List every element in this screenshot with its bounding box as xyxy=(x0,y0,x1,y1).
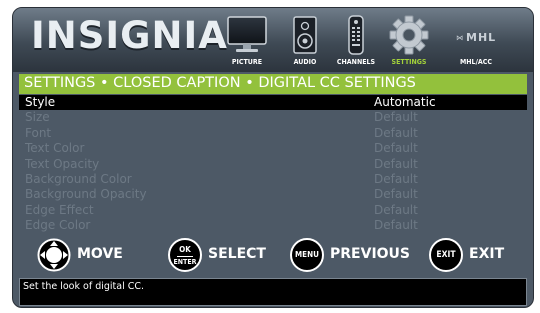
svg-text:⋈: ⋈ xyxy=(456,34,463,42)
menu-tab-picture[interactable]: PICTURE xyxy=(227,14,267,66)
setting-label: Text Opacity xyxy=(25,156,100,171)
setting-label: Text Color xyxy=(25,141,85,156)
menu-header: INSIGNIA PICTURE AUDIO CHANNELS SETTINGS… xyxy=(13,8,533,72)
setting-row-background-opacity[interactable]: Background Opacity Default xyxy=(19,187,527,202)
insignia-logo: INSIGNIA xyxy=(31,14,228,57)
legend-move: MOVE xyxy=(37,238,147,272)
setting-label: Size xyxy=(25,110,50,125)
ok-enter-button-icon: OK ENTER xyxy=(168,238,202,272)
setting-label: Style xyxy=(25,95,56,109)
setting-row-background-color[interactable]: Background Color Default xyxy=(19,172,527,187)
setting-label: Font xyxy=(25,125,52,140)
setting-row-style[interactable]: Style Automatic xyxy=(19,95,527,111)
setting-value: Default xyxy=(374,187,418,202)
tv-icon xyxy=(227,16,267,52)
menu-label-mhl-acc: MHL/ACC xyxy=(460,58,492,66)
setting-label: Edge Effect xyxy=(25,202,94,217)
dpad-icon xyxy=(37,238,71,272)
mhl-logo-icon: ⋈ MHL xyxy=(456,31,496,44)
setting-row-font[interactable]: Font Default xyxy=(19,126,527,141)
tv-menu-panel: INSIGNIA PICTURE AUDIO CHANNELS SETTINGS… xyxy=(12,7,534,308)
breadcrumb: SETTINGS • CLOSED CAPTION • DIGITAL CC S… xyxy=(19,74,527,94)
legend-exit-label: EXIT xyxy=(469,246,505,262)
legend-move-label: MOVE xyxy=(77,246,123,262)
setting-row-edge-color[interactable]: Edge Color Default xyxy=(19,218,527,233)
setting-row-edge-effect[interactable]: Edge Effect Default xyxy=(19,203,527,218)
breadcrumb-text: SETTINGS • CLOSED CAPTION • DIGITAL CC S… xyxy=(24,75,416,91)
legend-previous-label: PREVIOUS xyxy=(330,246,411,262)
setting-value: Default xyxy=(374,171,418,186)
legend-previous: MENU PREVIOUS xyxy=(290,238,420,272)
menu-tab-channels[interactable]: CHANNELS xyxy=(337,14,375,66)
help-box: Set the look of digital CC. xyxy=(19,278,527,306)
setting-value: Default xyxy=(374,110,418,125)
legend-select-label: SELECT xyxy=(208,246,266,262)
setting-label: Edge Color xyxy=(25,218,91,233)
setting-label: Background Opacity xyxy=(25,187,147,202)
setting-value: Default xyxy=(374,202,418,217)
setting-value: Automatic xyxy=(374,95,436,109)
setting-label: Background Color xyxy=(25,171,132,186)
menu-button-icon: MENU xyxy=(290,238,324,272)
menu-tab-mhl-acc[interactable]: ⋈ MHL MHL/ACC xyxy=(454,14,498,66)
menu-tab-audio[interactable]: AUDIO xyxy=(292,14,318,66)
button-legend: MOVE OK ENTER SELECT MENU PREVIOUS EXIT … xyxy=(13,236,533,276)
setting-row-size[interactable]: Size Default xyxy=(19,110,527,125)
menu-tab-settings[interactable]: SETTINGS xyxy=(389,14,429,66)
legend-select: OK ENTER SELECT xyxy=(168,238,278,272)
legend-exit: EXIT EXIT xyxy=(429,238,519,272)
speaker-icon xyxy=(293,16,317,54)
svg-text:MHL: MHL xyxy=(466,31,496,44)
setting-value: Default xyxy=(374,156,418,171)
remote-icon xyxy=(348,15,364,55)
setting-row-text-opacity[interactable]: Text Opacity Default xyxy=(19,157,527,172)
settings-list: Style Automatic Size Default Font Defaul… xyxy=(19,95,527,234)
gear-icon xyxy=(389,15,429,55)
setting-value: Default xyxy=(374,218,418,233)
help-text: Set the look of digital CC. xyxy=(23,281,145,292)
setting-row-text-color[interactable]: Text Color Default xyxy=(19,141,527,156)
exit-button-icon: EXIT xyxy=(429,238,463,272)
setting-value: Default xyxy=(374,141,418,156)
setting-value: Default xyxy=(374,125,418,140)
